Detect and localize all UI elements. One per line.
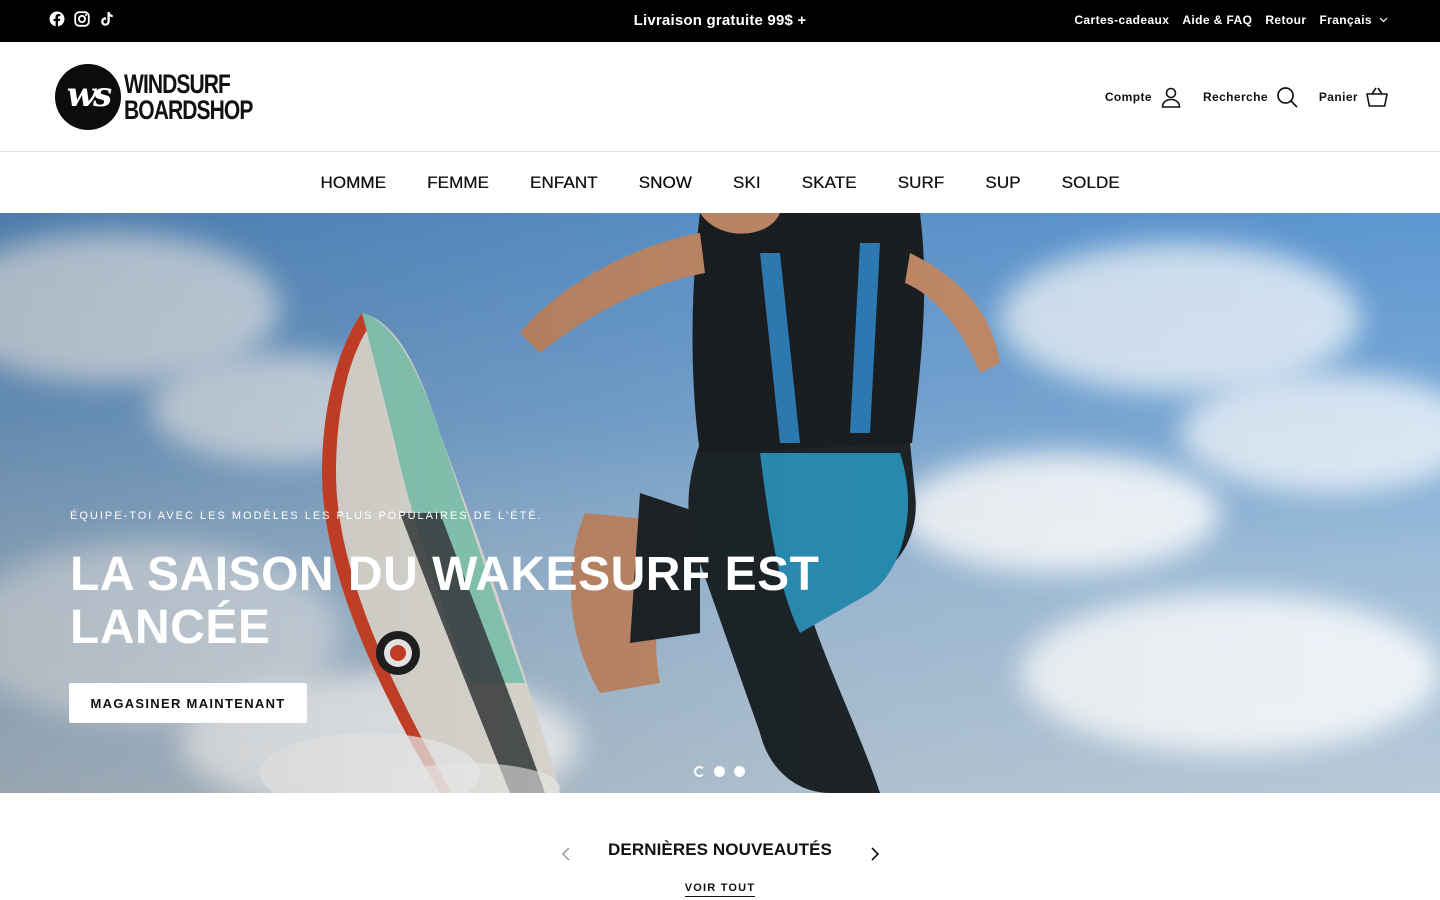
nav-item-enfant[interactable]: ENFANT <box>530 173 598 193</box>
announcement-bar: Livraison gratuite 99$ + Cartes-cadeaux … <box>0 0 1440 42</box>
logo-line-2: BOARDSHOP <box>124 95 253 125</box>
slide-dot-2[interactable] <box>714 766 725 777</box>
site-header: ws WINDSURF BOARDSHOP Compte Recherche P… <box>0 42 1440 152</box>
site-logo[interactable]: ws WINDSURF BOARDSHOP <box>55 64 289 130</box>
logo-line-1: WINDSURF <box>124 69 231 99</box>
nav-item-sup[interactable]: SUP <box>985 173 1020 193</box>
slide-dot-1[interactable] <box>694 766 705 777</box>
view-all-link[interactable]: VOIR TOUT <box>684 882 756 897</box>
gift-cards-link[interactable]: Cartes-cadeaux <box>1074 13 1169 27</box>
utility-links: Cartes-cadeaux Aide & FAQ Retour Françai… <box>1074 13 1388 27</box>
help-faq-link[interactable]: Aide & FAQ <box>1182 13 1252 27</box>
search-label: Recherche <box>1202 90 1268 104</box>
next-arrow-icon[interactable] <box>867 847 881 861</box>
nav-item-surf[interactable]: SURF <box>898 173 945 193</box>
section-header: DERNIÈRES NOUVEAUTÉS <box>0 840 1440 860</box>
returns-link[interactable]: Retour <box>1265 13 1306 27</box>
section-title: DERNIÈRES NOUVEAUTÉS <box>608 840 832 859</box>
hero-title: LA SAISON DU WAKESURF EST LANCÉE <box>70 548 820 654</box>
cart-link[interactable]: Panier <box>1319 85 1389 109</box>
nav-item-femme[interactable]: FEMME <box>427 173 489 193</box>
basket-icon <box>1366 87 1388 107</box>
user-icon <box>1161 87 1181 108</box>
header-actions: Compte Recherche Panier <box>1105 85 1389 109</box>
account-label: Compte <box>1104 90 1152 104</box>
shop-now-button[interactable]: MAGASINER MAINTENANT <box>69 683 307 723</box>
hero-eyebrow: ÉQUIPE-TOI AVEC LES MODÈLES LES PLUS POP… <box>70 510 543 522</box>
chevron-down-icon <box>1379 17 1388 23</box>
slide-dot-3[interactable] <box>734 766 745 777</box>
search-link[interactable]: Recherche <box>1203 85 1299 109</box>
search-icon <box>1277 87 1298 108</box>
account-link[interactable]: Compte <box>1105 85 1183 109</box>
hero-slideshow: ÉQUIPE-TOI AVEC LES MODÈLES LES PLUS POP… <box>0 213 1440 793</box>
nav-item-solde[interactable]: SOLDE <box>1062 173 1120 193</box>
main-navigation: HOMME FEMME ENFANT SNOW SKI SKATE SURF S… <box>0 152 1440 213</box>
nav-item-skate[interactable]: SKATE <box>802 173 857 193</box>
language-selector[interactable]: Français <box>1319 13 1388 27</box>
logo-wordmark: WINDSURF BOARDSHOP <box>124 69 253 125</box>
nav-item-snow[interactable]: SNOW <box>639 173 692 193</box>
language-label: Français <box>1319 13 1372 27</box>
view-all-row: VOIR TOUT <box>0 878 1440 897</box>
slide-indicators <box>694 766 745 777</box>
cart-label: Panier <box>1318 90 1358 104</box>
nav-item-ski[interactable]: SKI <box>733 173 761 193</box>
logo-monogram: ws <box>55 64 121 130</box>
nav-item-homme[interactable]: HOMME <box>320 173 386 193</box>
